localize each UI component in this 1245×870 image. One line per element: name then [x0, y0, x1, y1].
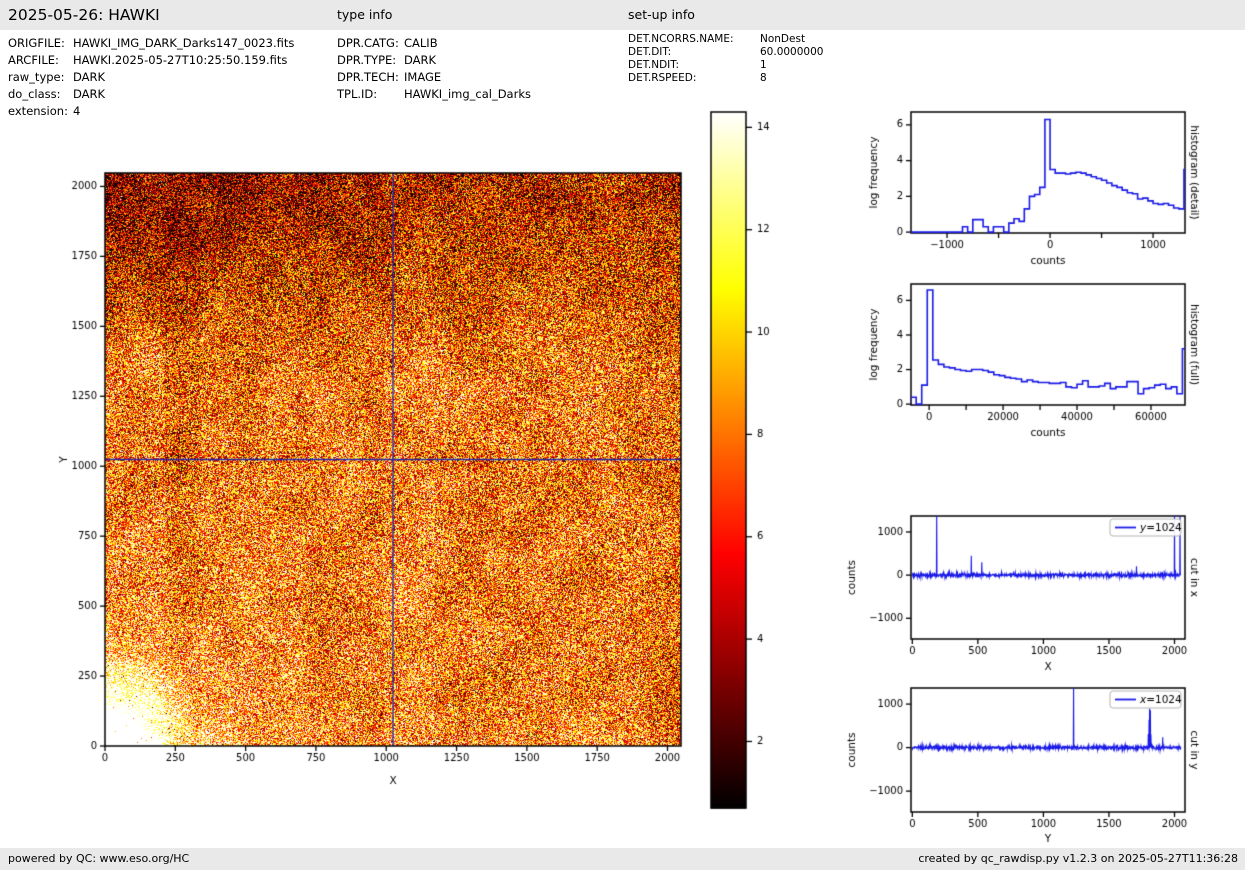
- type-info-heading: type info: [337, 7, 393, 22]
- info-value: IMAGE: [404, 70, 442, 84]
- cut-in-y-plot: [911, 688, 1185, 812]
- footer-bar: powered by QC: www.eso.org/HC created by…: [0, 848, 1245, 870]
- info-value: 1: [760, 59, 767, 71]
- info-value: DARK: [404, 53, 437, 67]
- footer-powered-by: powered by QC: www.eso.org/HC: [8, 852, 190, 865]
- info-label: extension:: [8, 104, 68, 118]
- qc-report-page: 2025-05-26: HAWKI type info set-up info …: [0, 0, 1245, 870]
- info-label: ORIGFILE:: [8, 36, 65, 50]
- info-value: 8: [760, 72, 767, 84]
- info-label: DET.DIT:: [628, 46, 672, 58]
- info-label: DPR.CATG:: [337, 36, 399, 50]
- colorbar: [711, 112, 746, 808]
- top-bar: 2025-05-26: HAWKI type info set-up info: [0, 0, 1245, 30]
- cut-in-x-plot: [911, 516, 1185, 639]
- info-label: TPL.ID:: [337, 87, 378, 101]
- info-value: 60.0000000: [760, 46, 824, 58]
- info-value: CALIB: [404, 36, 438, 50]
- info-value: 4: [73, 104, 81, 118]
- histogram-full-plot: [911, 284, 1185, 405]
- info-value: HAWKI.2025-05-27T10:25:50.159.fits: [73, 53, 288, 67]
- info-label: raw_type:: [8, 70, 65, 84]
- info-label: DET.NDIT:: [628, 59, 680, 71]
- setup-info-heading: set-up info: [628, 7, 695, 22]
- footer-created-by: created by qc_rawdisp.py v1.2.3 on 2025-…: [918, 852, 1238, 865]
- info-label: DET.RSPEED:: [628, 72, 697, 84]
- info-value: HAWKI_IMG_DARK_Darks147_0023.fits: [73, 36, 295, 50]
- info-label: ARCFILE:: [8, 53, 59, 67]
- info-label: DPR.TYPE:: [337, 53, 397, 67]
- info-value: DARK: [73, 87, 106, 101]
- histogram-detail-plot: [911, 112, 1185, 233]
- info-label: do_class:: [8, 87, 61, 101]
- info-label: DPR.TECH:: [337, 70, 399, 84]
- info-value: DARK: [73, 70, 106, 84]
- info-value: NonDest: [760, 33, 806, 45]
- info-value: HAWKI_img_cal_Darks: [404, 87, 531, 101]
- raw-dark-image: [105, 173, 681, 746]
- info-label: DET.NCORRS.NAME:: [628, 33, 734, 45]
- page-title: 2025-05-26: HAWKI: [8, 6, 160, 24]
